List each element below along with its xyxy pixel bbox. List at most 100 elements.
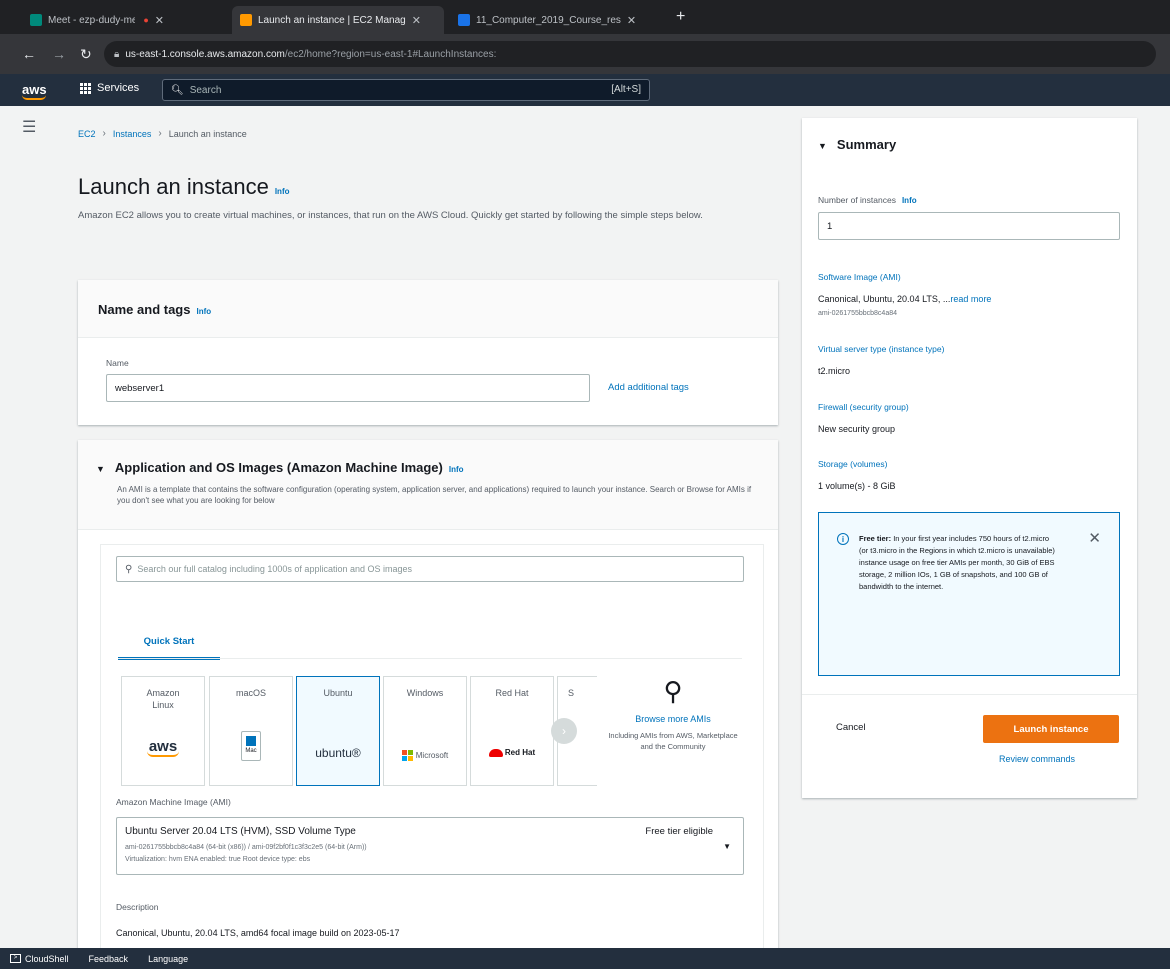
browser-tab-course[interactable]: 11_Computer_2019_Course_res ✕ [450,6,670,34]
cancel-button[interactable]: Cancel [836,722,866,733]
red-hat-icon [488,749,503,757]
windows-squares-icon [401,750,413,761]
info-link[interactable]: Info [902,196,917,205]
aws-search-input[interactable]: 🔍︎ Search [Alt+S] [162,79,650,101]
os-card-ubuntu[interactable]: Ubuntu ubuntu® [296,676,380,786]
summary-title-text: Summary [836,137,897,152]
browse-more-amis-description: Including AMIs from AWS, Marketplace and… [608,731,738,751]
redhat-logo-icon: Red Hat [471,747,553,759]
chevron-right-icon: › [158,128,162,139]
os-card-windows[interactable]: Windows Microsoft [383,676,467,786]
os-card-red-hat[interactable]: Red Hat Red Hat [470,676,554,786]
close-icon[interactable]: ✕ [412,14,421,27]
num-instances-input[interactable]: 1 [818,212,1120,240]
browse-more-amis-link[interactable]: Browse more AMIs [606,714,740,724]
ami-select-details: Virtualization: hvm ENA enabled: true Ro… [125,856,311,863]
num-instances-label-text: Number of instances [818,195,896,205]
name-input-value: webserver1 [115,382,165,394]
breadcrumb-instances[interactable]: Instances [113,129,152,139]
reload-icon[interactable]: ↻ [80,46,92,62]
ami-description-value: Canonical, Ubuntu, 20.04 LTS, amd64 foca… [116,928,400,938]
page-title: Launch an instance Info [78,174,290,200]
browser-tab-ec2[interactable]: Launch an instance | EC2 Manag ✕ [232,6,444,34]
free-tier-badge: Free tier eligible [645,826,713,837]
breadcrumb-ec2[interactable]: EC2 [78,129,96,139]
launch-instance-button[interactable]: Launch instance [983,715,1119,743]
aws-smile-icon [22,95,46,100]
back-icon[interactable]: ← [22,46,36,62]
close-icon[interactable]: ✕ [1088,529,1101,547]
instance-type-link[interactable]: Virtual server type (instance type) [818,344,944,354]
url-input[interactable]: 🔒︎ us-east-1.console.aws.amazon.com /ec2… [104,41,1156,67]
aws-top-nav: aws Services 🔍︎ Search [Alt+S] [0,74,1170,106]
os-logo-text: Mac [245,748,257,754]
name-tags-header: Name and tags Info [78,280,778,338]
free-tier-bold: Free tier: [859,534,892,543]
storage-link[interactable]: Storage (volumes) [818,459,887,469]
summary-title[interactable]: ▼ Summary [818,137,896,152]
services-menu-button[interactable]: Services [80,82,139,94]
breadcrumb: EC2 › Instances › Launch an instance [78,128,247,139]
tab-quick-start-label: Quick Start [143,636,195,647]
add-additional-tags-link[interactable]: Add additional tags [608,382,689,393]
os-card-amazon-linux[interactable]: Amazon Linux aws [121,676,205,786]
ami-select[interactable]: Ubuntu Server 20.04 LTS (HVM), SSD Volum… [116,817,744,875]
menu-icon[interactable]: ☰ [22,117,36,137]
caret-down-icon: ▼ [723,842,731,851]
cloudshell-button[interactable]: > CloudShell [10,954,69,964]
tab-quick-start[interactable]: Quick Start [118,626,220,660]
forward-icon[interactable]: → [52,46,66,62]
meet-icon [30,14,42,26]
read-more-link[interactable]: read more [950,294,991,304]
os-card-macos[interactable]: macOS Mac [209,676,293,786]
info-link[interactable]: Info [196,307,211,316]
chevron-right-icon[interactable]: › [551,718,577,744]
name-input[interactable]: webserver1 [106,374,590,402]
address-bar: ← → ↻ 🔒︎ us-east-1.console.aws.amazon.co… [0,34,1170,74]
info-link[interactable]: Info [275,187,290,196]
os-logo-text: Red Hat [504,748,536,757]
grid-icon [80,82,91,94]
page-description: Amazon EC2 allows you to create virtual … [78,210,703,221]
ami-select-label: Amazon Machine Image (AMI) [116,797,231,807]
browse-more-amis: ⚲ Browse more AMIs Including AMIs from A… [606,676,740,752]
aws-logo[interactable]: aws [22,82,47,100]
new-tab-icon[interactable]: + [676,8,685,26]
ubuntu-logo-icon: ubuntu® [297,747,379,759]
free-tier-alert: i Free tier: In your first year includes… [818,512,1120,676]
name-tags-title: Name and tags Info [98,302,778,317]
info-circle-icon: i [837,533,849,545]
tab-divider [118,658,742,659]
close-icon[interactable]: ✕ [627,14,636,27]
os-card-label: Windows [406,688,444,698]
ami-search-placeholder: Search our full catalog including 1000s … [137,564,412,574]
os-card-label: macOS [235,688,266,698]
info-link[interactable]: Info [449,465,464,474]
tab-label: Meet - ezp-dudy-mek [48,14,136,26]
ami-description-label: Description [116,902,159,912]
aws-icon [240,14,252,26]
close-icon[interactable]: ✕ [155,14,164,27]
ami-title[interactable]: ▼ Application and OS Images (Amazon Mach… [96,460,778,475]
cloudshell-label: CloudShell [25,953,69,964]
recording-dot-icon: ● [143,15,149,25]
firewall-link[interactable]: Firewall (security group) [818,402,909,412]
software-image-id: ami-0261755bbcb8c4a84 [818,310,898,317]
mac-logo-icon: Mac [210,731,292,763]
feedback-link[interactable]: Feedback [89,954,129,964]
software-image-link[interactable]: Software Image (AMI) [818,272,901,282]
caret-down-icon: ▼ [818,141,827,151]
instance-type-value: t2.micro [818,366,851,376]
chevron-right-icon: › [102,128,106,139]
language-link[interactable]: Language [148,954,188,964]
breadcrumb-current: Launch an instance [168,128,247,139]
ami-search-input[interactable]: ⚲ Search our full catalog including 1000… [116,556,744,582]
lock-icon: 🔒︎ [114,48,120,60]
os-logo-text: ubuntu® [315,746,361,760]
num-instances-value: 1 [827,220,833,232]
firewall-value: New security group [818,424,896,434]
search-icon: 🔍︎ [171,84,184,96]
browser-tab-meet[interactable]: Meet - ezp-dudy-mek ● ✕ [22,6,172,34]
review-commands-link[interactable]: Review commands [999,754,1075,764]
name-tags-title-text: Name and tags [98,302,191,317]
